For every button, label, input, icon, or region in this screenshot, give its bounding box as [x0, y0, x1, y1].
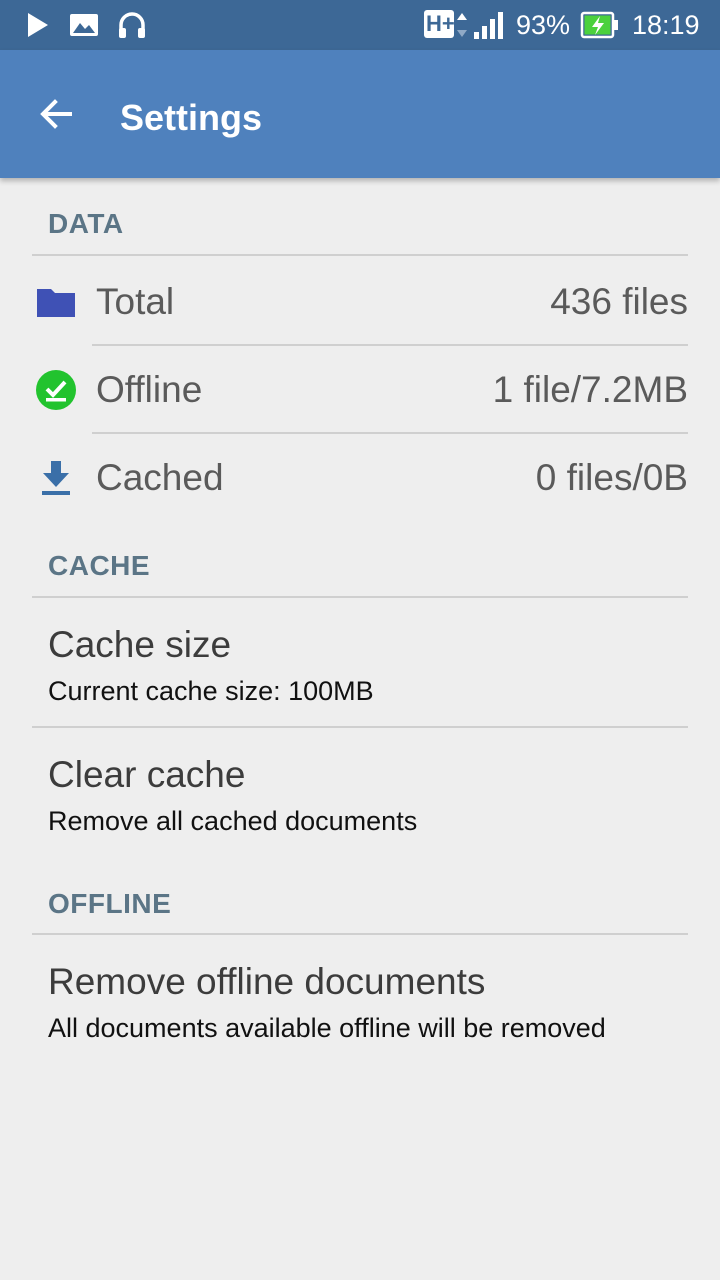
- section-header-data: DATA: [48, 208, 124, 239]
- section-header-offline: OFFLINE: [48, 888, 172, 919]
- hplus-icon: H+: [424, 10, 455, 38]
- row-label: Cached: [96, 457, 224, 498]
- page-title: Settings: [120, 97, 263, 138]
- row-value: 0 files/0B: [535, 457, 688, 498]
- data-activity-icon: [457, 13, 467, 37]
- data-row-total: Total 436 files: [0, 258, 720, 346]
- clock: 18:19: [632, 10, 700, 40]
- app-bar: Settings: [0, 50, 720, 178]
- data-row-offline: Offline 1 file/7.2MB: [0, 346, 720, 434]
- pref-summary: Current cache size: 100MB: [48, 676, 374, 706]
- play-icon: [28, 13, 48, 37]
- battery-charging-icon: [580, 11, 618, 39]
- pref-summary: All documents available offline will be …: [48, 1013, 606, 1043]
- settings-content: DATA Total 436 files Offline 1 file/7.2M…: [0, 178, 720, 1280]
- pref-title: Cache size: [48, 624, 232, 665]
- remove-offline-documents-setting[interactable]: Remove offline documents All documents a…: [0, 935, 720, 1063]
- status-bar: H+ 93% 18:19: [0, 0, 720, 50]
- clear-cache-setting[interactable]: Clear cache Remove all cached documents: [0, 728, 720, 856]
- battery-percent: 93%: [516, 10, 571, 40]
- headset-icon: [119, 12, 145, 38]
- row-label: Offline: [96, 369, 203, 410]
- folder-icon: [34, 280, 78, 324]
- pref-title: Clear cache: [48, 754, 246, 795]
- row-label: Total: [96, 281, 175, 322]
- back-button[interactable]: [24, 90, 88, 138]
- arrow-left-icon: [40, 99, 72, 129]
- divider: [32, 254, 688, 256]
- network-type: H+: [426, 11, 455, 36]
- offline-check-icon: [34, 368, 78, 412]
- pref-summary: Remove all cached documents: [48, 806, 418, 836]
- image-icon: [70, 14, 98, 36]
- signal-icon: [474, 12, 503, 39]
- row-value: 436 files: [550, 281, 688, 322]
- pref-title: Remove offline documents: [48, 961, 486, 1002]
- download-icon: [34, 456, 78, 500]
- cache-size-setting[interactable]: Cache size Current cache size: 100MB: [0, 598, 720, 726]
- data-row-cached: Cached 0 files/0B: [0, 434, 720, 522]
- row-value: 1 file/7.2MB: [492, 369, 688, 410]
- section-header-cache: CACHE: [48, 550, 151, 581]
